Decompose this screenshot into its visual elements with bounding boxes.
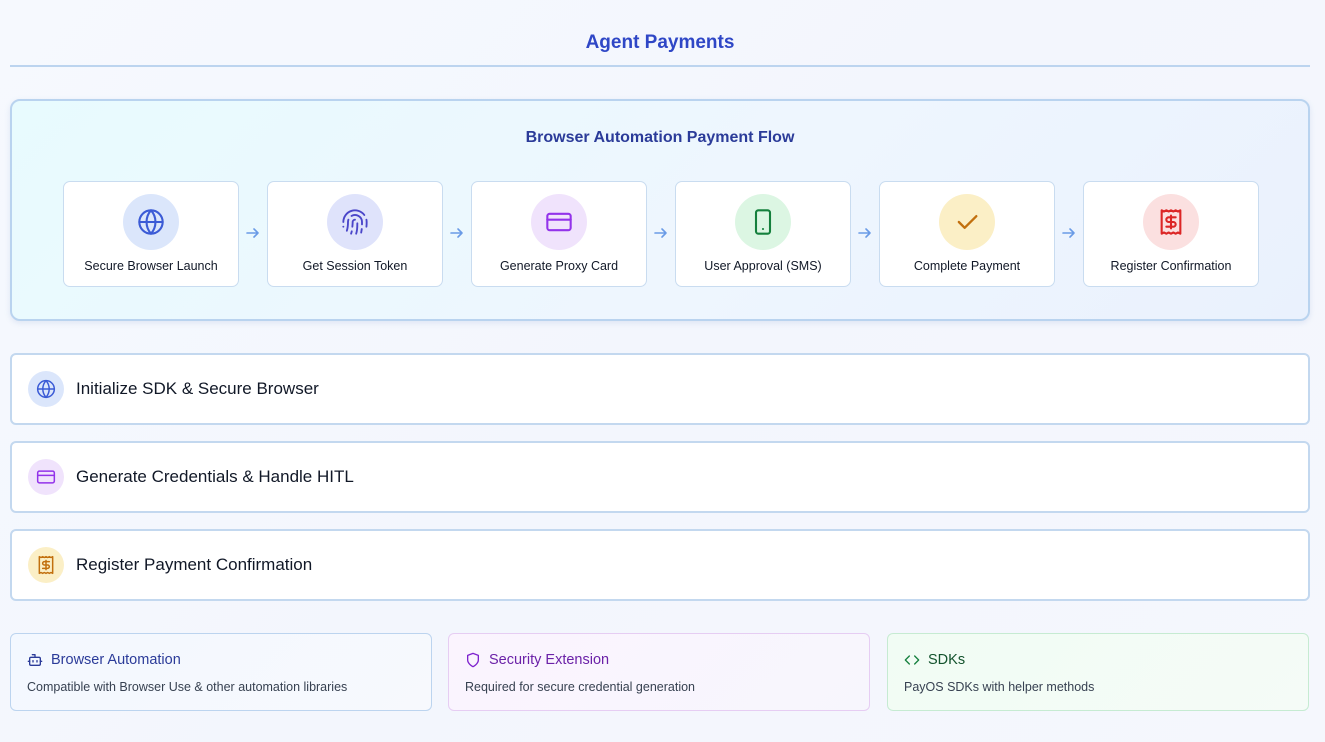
flow-step-complete-payment: Complete Payment [879, 181, 1055, 287]
bot-icon [27, 654, 43, 666]
flow-step-label: Generate Proxy Card [499, 259, 619, 273]
page-title: Agent Payments [585, 32, 735, 53]
section-generate-credentials[interactable]: Generate Credentials & Handle HITL [10, 441, 1310, 513]
smartphone-icon [735, 194, 791, 250]
code-icon [904, 655, 920, 665]
flow-step-get-session-token: Get Session Token [267, 181, 443, 287]
flow-step-secure-browser-launch: Secure Browser Launch [63, 181, 239, 287]
flow-title: Browser Automation Payment Flow [525, 129, 795, 146]
receipt-dollar-icon [1143, 194, 1199, 250]
card-description: Required for secure credential generatio… [465, 680, 695, 694]
globe-icon [123, 194, 179, 250]
flow-step-register-confirmation: Register Confirmation [1083, 181, 1259, 287]
receipt-dollar-icon [28, 547, 64, 583]
check-icon [939, 194, 995, 250]
card-browser-automation: Browser Automation Compatible with Brows… [10, 633, 432, 711]
section-title: Initialize SDK & Secure Browser [76, 379, 319, 398]
card-description: PayOS SDKs with helper methods [904, 680, 1095, 694]
credit-card-icon [28, 459, 64, 495]
globe-icon [28, 371, 64, 407]
card-title: Browser Automation [51, 652, 181, 668]
flow-step-user-approval: User Approval (SMS) [675, 181, 851, 287]
payment-flow-panel: Browser Automation Payment Flow Secure B… [10, 99, 1310, 321]
section-title: Generate Credentials & Handle HITL [76, 467, 354, 486]
arrow-right-icon [1062, 228, 1075, 238]
arrow-right-icon [654, 228, 667, 238]
shield-icon [467, 652, 479, 668]
arrow-right-icon [858, 228, 871, 238]
section-title: Register Payment Confirmation [76, 555, 313, 574]
arrow-right-icon [450, 228, 463, 238]
section-register-confirmation[interactable]: Register Payment Confirmation [10, 529, 1310, 601]
flow-step-label: Complete Payment [913, 259, 1021, 273]
card-description: Compatible with Browser Use & other auto… [27, 680, 348, 694]
flow-step-generate-proxy-card: Generate Proxy Card [471, 181, 647, 287]
card-title: SDKs [928, 652, 966, 668]
title-divider [10, 65, 1310, 67]
arrow-right-icon [246, 228, 259, 238]
fingerprint-icon [327, 194, 383, 250]
card-title: Security Extension [489, 652, 610, 668]
credit-card-icon [531, 194, 587, 250]
flow-step-label: Register Confirmation [1110, 259, 1232, 273]
flow-step-label: Get Session Token [302, 259, 408, 273]
section-initialize-sdk[interactable]: Initialize SDK & Secure Browser [10, 353, 1310, 425]
flow-step-label: User Approval (SMS) [704, 259, 822, 273]
card-security-extension: Security Extension Required for secure c… [448, 633, 870, 711]
card-sdks: SDKs PayOS SDKs with helper methods [887, 633, 1309, 711]
flow-step-label: Secure Browser Launch [84, 259, 218, 273]
